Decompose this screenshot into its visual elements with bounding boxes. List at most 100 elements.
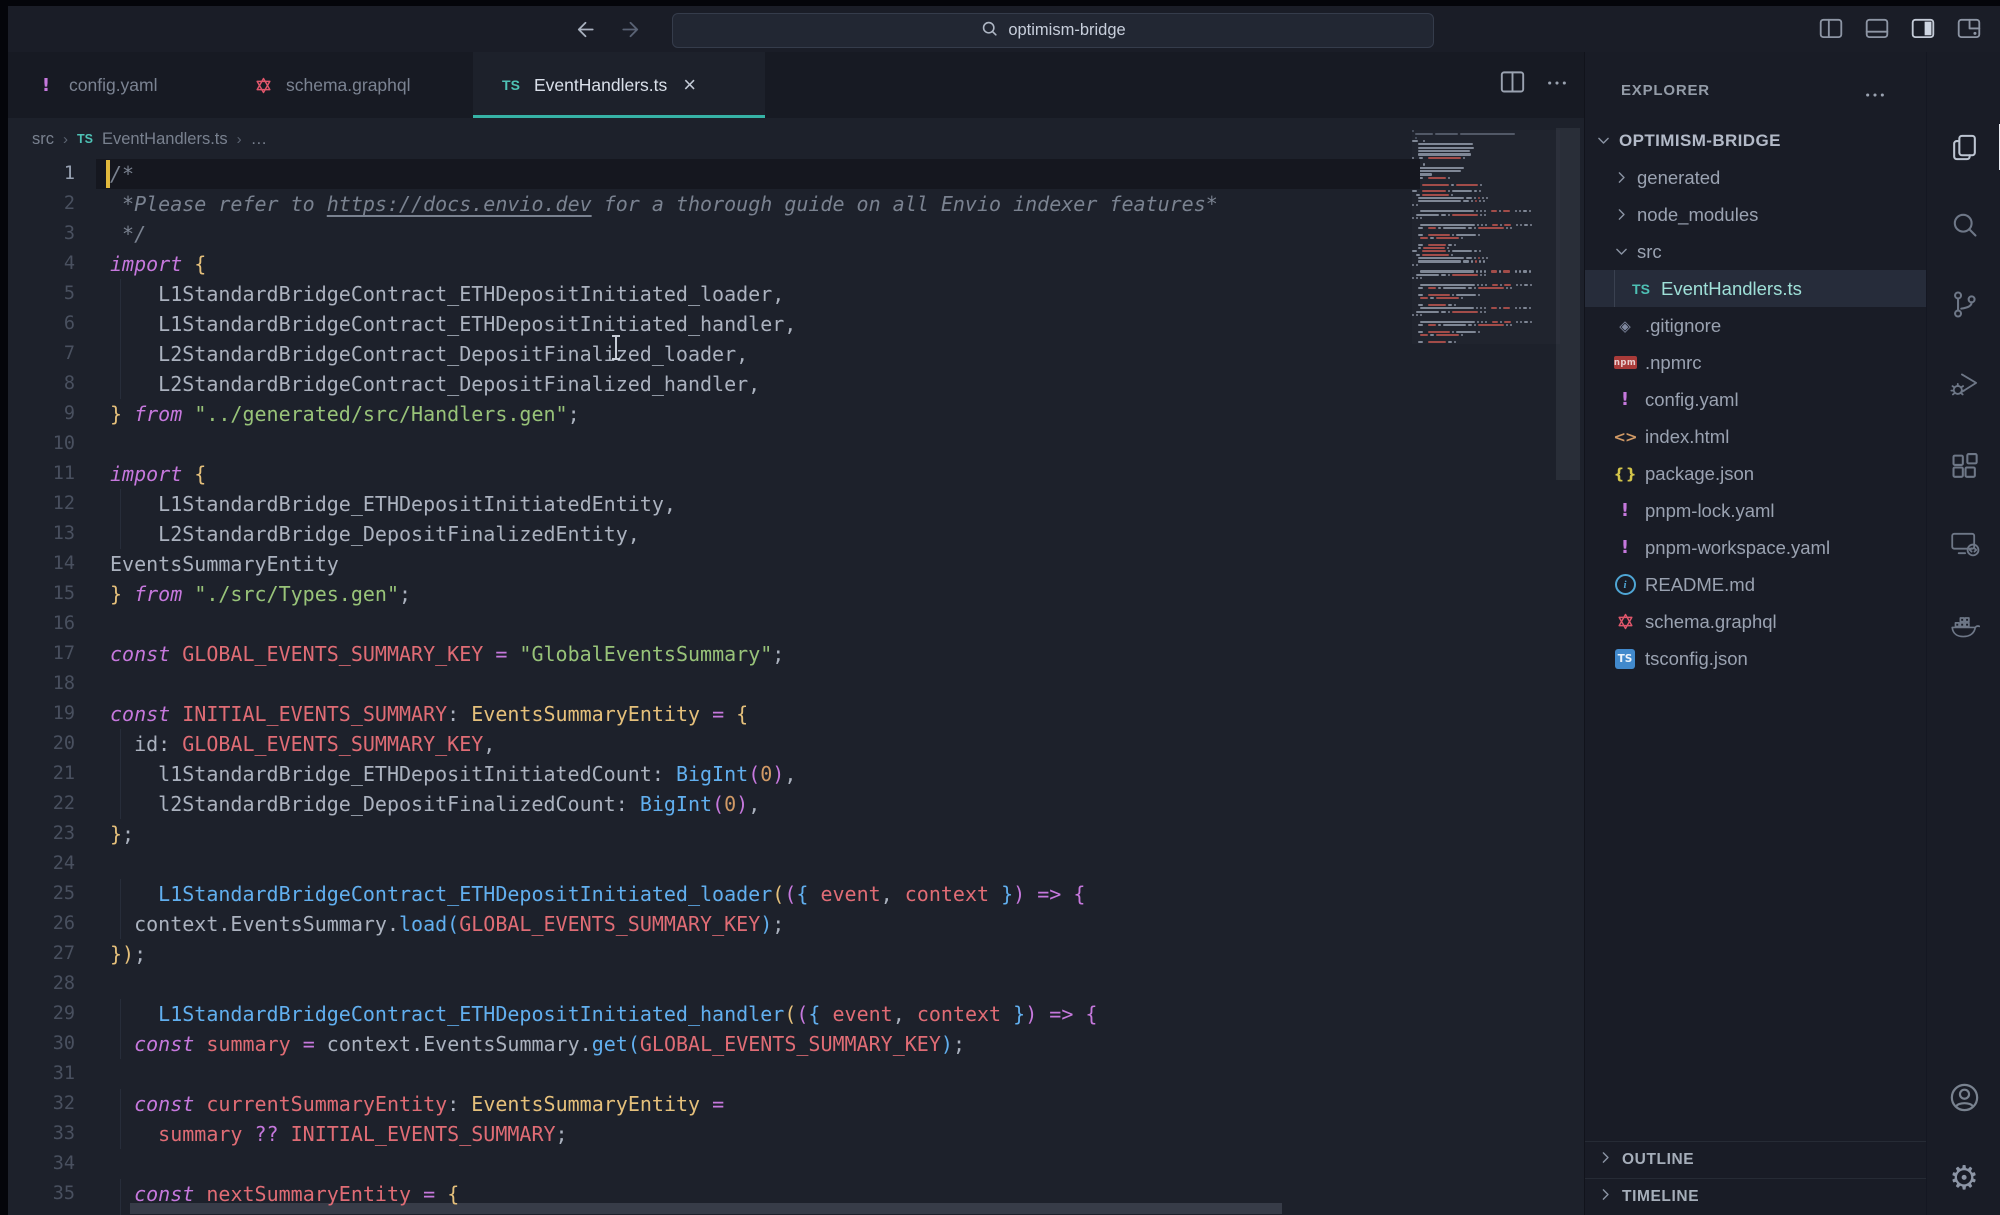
folder-node-modules[interactable]: node_modules xyxy=(1585,196,1926,233)
file-readme-md[interactable]: iREADME.md xyxy=(1585,566,1926,603)
code-text: }; xyxy=(110,819,134,849)
minimap-line xyxy=(1412,274,1560,276)
minimap-line xyxy=(1412,267,1560,269)
code-editor[interactable]: 1/*2 *Please refer to https://docs.envio… xyxy=(8,159,1420,1215)
code-line[interactable]: 34 xyxy=(8,1149,1420,1179)
activity-source-control-button[interactable] xyxy=(1927,276,2000,332)
line-number: 8 xyxy=(8,369,75,399)
code-line[interactable]: 17const GLOBAL_EVENTS_SUMMARY_KEY = "Glo… xyxy=(8,639,1420,669)
nav-back-button[interactable] xyxy=(574,18,597,41)
toggle-primary-sidebar-icon[interactable] xyxy=(1818,16,1844,42)
code-line[interactable]: 13 L2StandardBridge_DepositFinalizedEnti… xyxy=(8,519,1420,549)
activity-remote-explorer-button[interactable] xyxy=(1927,515,2000,571)
code-line[interactable]: 8 L2StandardBridgeContract_DepositFinali… xyxy=(8,369,1420,399)
minimap[interactable] xyxy=(1412,130,1560,344)
activity-run-debug-button[interactable] xyxy=(1927,355,2000,411)
split-editor-icon[interactable] xyxy=(1499,69,1526,101)
folder-src[interactable]: src xyxy=(1585,233,1926,270)
code-line[interactable]: 4import { xyxy=(8,249,1420,279)
activity-docker-button[interactable] xyxy=(1927,598,2000,654)
code-line[interactable]: 3 */ xyxy=(8,219,1420,249)
file--gitignore[interactable]: ◈.gitignore xyxy=(1585,307,1926,344)
file-index-html[interactable]: <>index.html xyxy=(1585,418,1926,455)
code-line[interactable]: 14EventsSummaryEntity xyxy=(8,549,1420,579)
code-text: L1StandardBridgeContract_ETHDepositIniti… xyxy=(110,309,796,339)
activity-explorer-button[interactable] xyxy=(1927,119,2000,175)
code-text: L1StandardBridge_ETHDepositInitiatedEnti… xyxy=(110,489,676,519)
code-line[interactable]: 12 L1StandardBridge_ETHDepositInitiatedE… xyxy=(8,489,1420,519)
code-line[interactable]: 10 xyxy=(8,429,1420,459)
activity-accounts-button[interactable] xyxy=(1927,1069,2000,1125)
code-line[interactable]: 19const INITIAL_EVENTS_SUMMARY: EventsSu… xyxy=(8,699,1420,729)
minimap-line xyxy=(1412,237,1560,239)
code-text: L1StandardBridgeContract_ETHDepositIniti… xyxy=(110,279,784,309)
code-line[interactable]: 27}); xyxy=(8,939,1420,969)
breadcrumb-folder[interactable]: src xyxy=(32,130,54,149)
breadcrumb-symbol[interactable]: … xyxy=(251,130,268,149)
code-line[interactable]: 6 L1StandardBridgeContract_ETHDepositIni… xyxy=(8,309,1420,339)
code-line[interactable]: 7 L2StandardBridgeContract_DepositFinali… xyxy=(8,339,1420,369)
code-line[interactable]: 5 L1StandardBridgeContract_ETHDepositIni… xyxy=(8,279,1420,309)
code-line[interactable]: 15} from "./src/Types.gen"; xyxy=(8,579,1420,609)
code-line[interactable]: 21 l1StandardBridge_ETHDepositInitiatedC… xyxy=(8,759,1420,789)
file-package-json[interactable]: { }package.json xyxy=(1585,455,1926,492)
code-line[interactable]: 24 xyxy=(8,849,1420,879)
code-line[interactable]: 11import { xyxy=(8,459,1420,489)
code-line[interactable]: 20 id: GLOBAL_EVENTS_SUMMARY_KEY, xyxy=(8,729,1420,759)
file--npmrc[interactable]: npm.npmrc xyxy=(1585,344,1926,381)
code-line[interactable]: 29 L1StandardBridgeContract_ETHDepositIn… xyxy=(8,999,1420,1029)
code-line[interactable]: 1/* xyxy=(8,159,1420,189)
code-line[interactable]: 28 xyxy=(8,969,1420,999)
nav-forward-button[interactable] xyxy=(619,18,642,41)
ts-icon: TS xyxy=(77,132,93,146)
minimap-line xyxy=(1412,311,1560,313)
file-pnpm-workspace-yaml[interactable]: !pnpm-workspace.yaml xyxy=(1585,529,1926,566)
activity-settings-button[interactable]: ⚙ xyxy=(1927,1149,2000,1205)
code-text: L2StandardBridge_DepositFinalizedEntity, xyxy=(110,519,640,549)
timeline-section-header[interactable]: TIMELINE xyxy=(1585,1178,1926,1215)
more-actions-icon[interactable] xyxy=(1546,72,1568,99)
file-pnpm-lock-yaml[interactable]: !pnpm-lock.yaml xyxy=(1585,492,1926,529)
code-line[interactable]: 30 const summary = context.EventsSummary… xyxy=(8,1029,1420,1059)
line-number: 14 xyxy=(8,549,75,579)
tab-config-yaml[interactable]: !config.yaml xyxy=(8,52,225,118)
code-line[interactable]: 22 l2StandardBridge_DepositFinalizedCoun… xyxy=(8,789,1420,819)
close-icon[interactable]: × xyxy=(683,74,696,96)
code-line[interactable]: 23}; xyxy=(8,819,1420,849)
minimap-line xyxy=(1412,160,1560,162)
gear-icon: ⚙ xyxy=(1949,1161,1979,1194)
minimap-line xyxy=(1412,157,1560,159)
tab-label: EventHandlers.ts xyxy=(534,75,667,96)
code-line[interactable]: 26 context.EventsSummary.load(GLOBAL_EVE… xyxy=(8,909,1420,939)
file-config-yaml[interactable]: !config.yaml xyxy=(1585,381,1926,418)
code-line[interactable]: 2 *Please refer to https://docs.envio.de… xyxy=(8,189,1420,219)
file-tsconfig-json[interactable]: TStsconfig.json xyxy=(1585,640,1926,677)
breadcrumb[interactable]: src › TS EventHandlers.ts › … xyxy=(32,124,267,154)
file-schema-graphql[interactable]: schema.graphql xyxy=(1585,603,1926,640)
breadcrumb-file[interactable]: EventHandlers.ts xyxy=(102,130,228,149)
tab-label: schema.graphql xyxy=(286,75,411,96)
workspace-root-optimism-bridge[interactable]: OPTIMISM-BRIDGE xyxy=(1585,122,1926,159)
code-line[interactable]: 33 summary ?? INITIAL_EVENTS_SUMMARY; xyxy=(8,1119,1420,1149)
toggle-panel-icon[interactable] xyxy=(1864,16,1890,42)
command-center-search[interactable]: optimism-bridge xyxy=(672,13,1434,48)
vertical-scrollbar[interactable] xyxy=(1556,128,1580,480)
views-and-more-actions-icon[interactable] xyxy=(1864,84,1886,111)
tab-eventhandlers-ts[interactable]: TSEventHandlers.ts× xyxy=(473,52,765,118)
minimap-line xyxy=(1412,280,1560,282)
activity-extensions-button[interactable] xyxy=(1927,439,2000,495)
code-line[interactable]: 31 xyxy=(8,1059,1420,1089)
code-line[interactable]: 9} from "../generated/src/Handlers.gen"; xyxy=(8,399,1420,429)
tab-schema-graphql[interactable]: schema.graphql xyxy=(225,52,473,118)
toggle-secondary-sidebar-icon[interactable] xyxy=(1910,16,1936,42)
code-line[interactable]: 25 L1StandardBridgeContract_ETHDepositIn… xyxy=(8,879,1420,909)
outline-section-header[interactable]: OUTLINE xyxy=(1585,1141,1926,1178)
activity-search-button[interactable] xyxy=(1927,196,2000,252)
file-eventhandlers-ts[interactable]: TSEventHandlers.ts xyxy=(1585,270,1926,307)
folder-generated[interactable]: generated xyxy=(1585,159,1926,196)
code-line[interactable]: 16 xyxy=(8,609,1420,639)
customize-layout-icon[interactable] xyxy=(1956,16,1982,42)
minimap-line xyxy=(1412,153,1560,155)
code-line[interactable]: 32 const currentSummaryEntity: EventsSum… xyxy=(8,1089,1420,1119)
code-line[interactable]: 18 xyxy=(8,669,1420,699)
